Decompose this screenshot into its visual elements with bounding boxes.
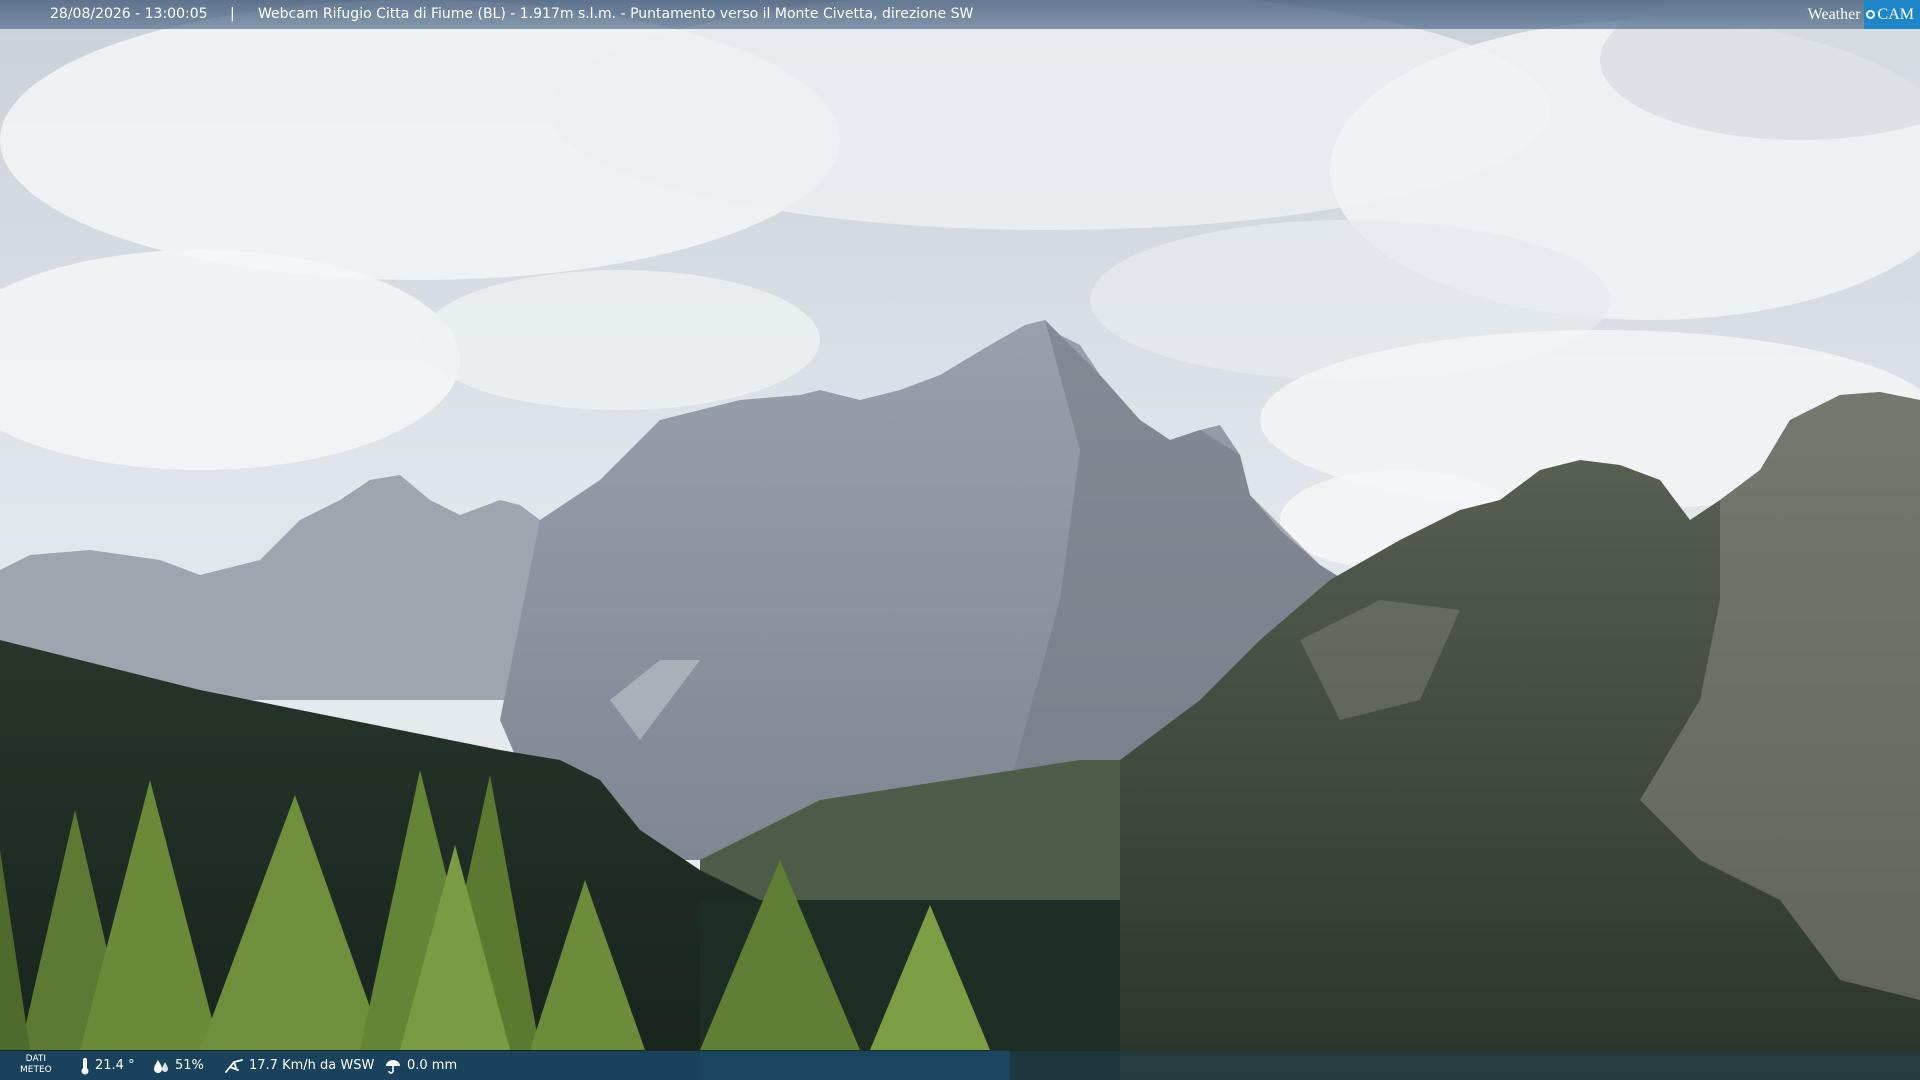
thermometer-icon <box>81 1057 89 1074</box>
timestamp: 28/08/2026 - 13:00:05 <box>50 6 208 22</box>
rain-umbrella-icon <box>386 1059 400 1074</box>
humidity-drop-icon <box>154 1059 168 1073</box>
rain-reading: 0.0 mm <box>384 1051 457 1080</box>
weather-data-bar: DATI METEO 21.4 ° 51% 17.7 Km/h da WSW 0… <box>0 1051 1010 1080</box>
bottom-strip <box>1010 1051 1920 1080</box>
logo-cam-text: CAM <box>1877 6 1914 23</box>
cloud <box>420 270 820 410</box>
weather-data-label: DATI METEO <box>20 1054 52 1075</box>
top-info-bar: 28/08/2026 - 13:00:05 | Webcam Rifugio C… <box>0 0 1920 29</box>
humidity-reading: 51% <box>152 1051 204 1080</box>
logo-cam-badge: CAM <box>1863 0 1920 29</box>
weathercam-logo[interactable]: Weather CAM <box>1808 0 1920 29</box>
header-separator: | <box>230 6 235 22</box>
wind-reading: 17.7 Km/h da WSW <box>224 1051 374 1080</box>
logo-weather-text: Weather <box>1807 6 1861 23</box>
temperature-reading: 21.4 ° <box>80 1051 135 1080</box>
webcam-scene <box>0 0 1920 1080</box>
logo-circle-icon <box>1865 10 1875 19</box>
webcam-caption: Webcam Rifugio Citta di Fiume (BL) - 1.9… <box>258 6 974 22</box>
wind-icon <box>225 1058 243 1073</box>
